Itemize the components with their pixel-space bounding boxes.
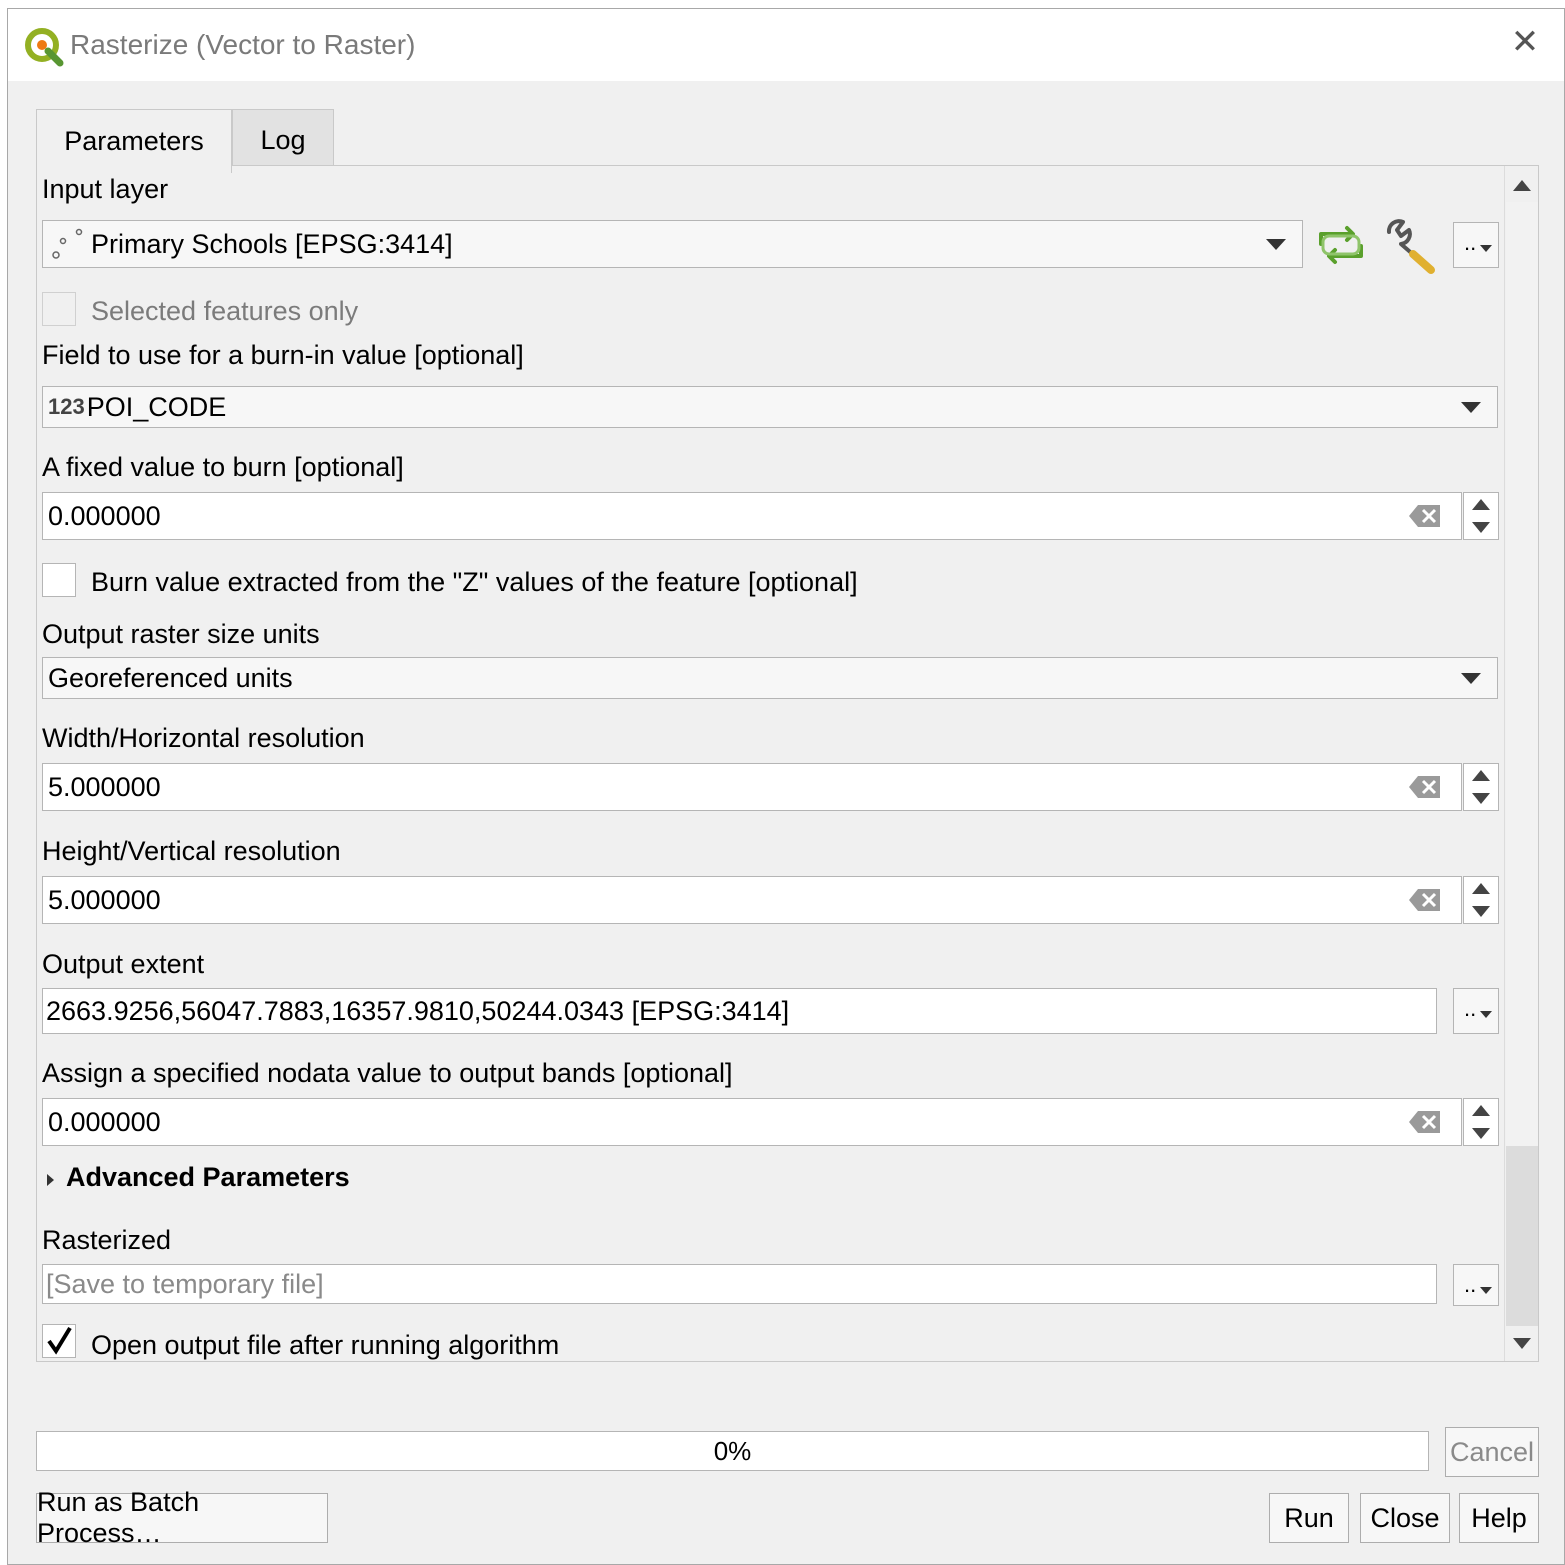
output-options-button[interactable]: .. <box>1453 1264 1499 1306</box>
nodata-input[interactable]: 0.000000 <box>42 1098 1462 1146</box>
burn-z-label: Burn value extracted from the "Z" values… <box>91 567 858 597</box>
tab-log[interactable]: Log <box>232 109 334 171</box>
numeric-field-icon: 123 <box>48 394 85 419</box>
spin-up-icon[interactable] <box>1472 499 1490 510</box>
fixed-value-spinner[interactable] <box>1463 492 1499 540</box>
burn-z-checkbox[interactable] <box>42 563 76 597</box>
extent-text: 2663.9256,56047.7883,16357.9810,50244.03… <box>46 995 790 1026</box>
spin-down-icon[interactable] <box>1472 522 1490 533</box>
expand-arrow-icon[interactable] <box>47 1174 54 1186</box>
help-button[interactable]: Help <box>1459 1493 1539 1543</box>
point-layer-icon <box>52 228 83 259</box>
size-units-value: Georeferenced units <box>48 662 293 693</box>
extent-input[interactable]: 2663.9256,56047.7883,16357.9810,50244.03… <box>42 988 1437 1034</box>
nodata-label: Assign a specified nodata value to outpu… <box>42 1058 733 1088</box>
input-layer-value: Primary Schools [EPSG:3414] <box>91 228 453 259</box>
scroll-thumb[interactable] <box>1506 202 1538 1146</box>
spin-down-icon[interactable] <box>1472 793 1490 804</box>
output-label: Rasterized <box>42 1225 172 1255</box>
output-path-input[interactable]: [Save to temporary file] <box>42 1264 1437 1304</box>
advanced-parameters-toggle[interactable]: Advanced Parameters <box>66 1162 350 1193</box>
run-batch-button[interactable]: Run as Batch Process… <box>36 1487 328 1548</box>
progress-text: 0% <box>713 1435 752 1466</box>
clear-icon[interactable] <box>1408 775 1442 799</box>
burn-field-combo[interactable]: 123 POI_CODE <box>42 386 1498 428</box>
vertical-scrollbar[interactable] <box>1504 166 1538 1361</box>
spin-down-icon[interactable] <box>1472 906 1490 917</box>
dots-label: .. <box>1464 230 1477 255</box>
wrench-icon[interactable] <box>1383 218 1441 276</box>
burn-field-label: Field to use for a burn-in value [option… <box>42 340 524 370</box>
width-res-label: Width/Horizontal resolution <box>42 723 365 753</box>
chevron-down-icon <box>1480 1011 1492 1018</box>
chevron-down-icon <box>1266 239 1286 250</box>
fixed-value-label: A fixed value to burn [optional] <box>42 452 404 482</box>
tab-parameters[interactable]: Parameters <box>36 109 232 173</box>
spin-up-icon[interactable] <box>1472 1105 1490 1116</box>
chevron-down-icon <box>1480 245 1492 252</box>
height-res-text: 5.000000 <box>48 884 161 915</box>
progress-bar: 0% <box>36 1431 1429 1471</box>
parameters-panel: Input layer Primary Schools [EPSG:3414] … <box>36 165 1539 1362</box>
width-res-spinner[interactable] <box>1463 763 1499 811</box>
qgis-logo-icon <box>25 28 64 67</box>
height-res-label: Height/Vertical resolution <box>42 836 341 866</box>
chevron-down-icon <box>1480 1287 1492 1294</box>
spin-up-icon[interactable] <box>1472 770 1490 781</box>
scroll-track[interactable] <box>1506 1146 1538 1326</box>
burn-field-value: POI_CODE <box>86 391 227 422</box>
spin-down-icon[interactable] <box>1472 1128 1490 1139</box>
spin-up-icon[interactable] <box>1472 883 1490 894</box>
clear-icon[interactable] <box>1408 1110 1442 1134</box>
selected-features-label: Selected features only <box>91 296 359 326</box>
open-output-label: Open output file after running algorithm <box>91 1330 560 1360</box>
size-units-label: Output raster size units <box>42 619 320 649</box>
clear-icon[interactable] <box>1408 888 1442 912</box>
extent-label: Output extent <box>42 949 205 979</box>
fixed-value-text: 0.000000 <box>48 500 161 531</box>
width-res-text: 5.000000 <box>48 771 161 802</box>
title-bar: Rasterize (Vector to Raster) ✕ <box>8 9 1564 81</box>
rasterize-dialog: Rasterize (Vector to Raster) ✕ Parameter… <box>7 8 1565 1565</box>
dots-label: .. <box>1464 996 1477 1021</box>
scroll-up-icon[interactable] <box>1513 180 1531 191</box>
window-title: Rasterize (Vector to Raster) <box>70 29 416 60</box>
selected-features-checkbox[interactable] <box>42 292 76 326</box>
nodata-text: 0.000000 <box>48 1106 161 1137</box>
close-button[interactable]: Close <box>1360 1493 1450 1543</box>
clear-icon[interactable] <box>1408 504 1442 528</box>
run-button[interactable]: Run <box>1269 1493 1349 1543</box>
extent-options-button[interactable]: .. <box>1453 988 1499 1034</box>
output-placeholder: [Save to temporary file] <box>46 1268 324 1299</box>
input-layer-label: Input layer <box>42 174 169 204</box>
cancel-button[interactable]: Cancel <box>1445 1427 1539 1477</box>
width-res-input[interactable]: 5.000000 <box>42 763 1462 811</box>
chevron-down-icon <box>1461 673 1481 684</box>
nodata-spinner[interactable] <box>1463 1098 1499 1146</box>
dots-label: .. <box>1464 1272 1477 1297</box>
input-layer-options-button[interactable]: .. <box>1453 222 1499 268</box>
chevron-down-icon <box>1461 402 1481 413</box>
fixed-value-input[interactable]: 0.000000 <box>42 492 1462 540</box>
close-icon[interactable]: ✕ <box>1508 25 1542 59</box>
iterate-icon[interactable] <box>1313 222 1369 268</box>
checkmark-icon <box>47 1326 72 1355</box>
height-res-spinner[interactable] <box>1463 876 1499 924</box>
input-layer-combo[interactable]: Primary Schools [EPSG:3414] <box>42 220 1303 268</box>
height-res-input[interactable]: 5.000000 <box>42 876 1462 924</box>
scroll-down-icon[interactable] <box>1513 1338 1531 1349</box>
size-units-combo[interactable]: Georeferenced units <box>42 657 1498 699</box>
open-output-checkbox[interactable] <box>42 1324 76 1358</box>
